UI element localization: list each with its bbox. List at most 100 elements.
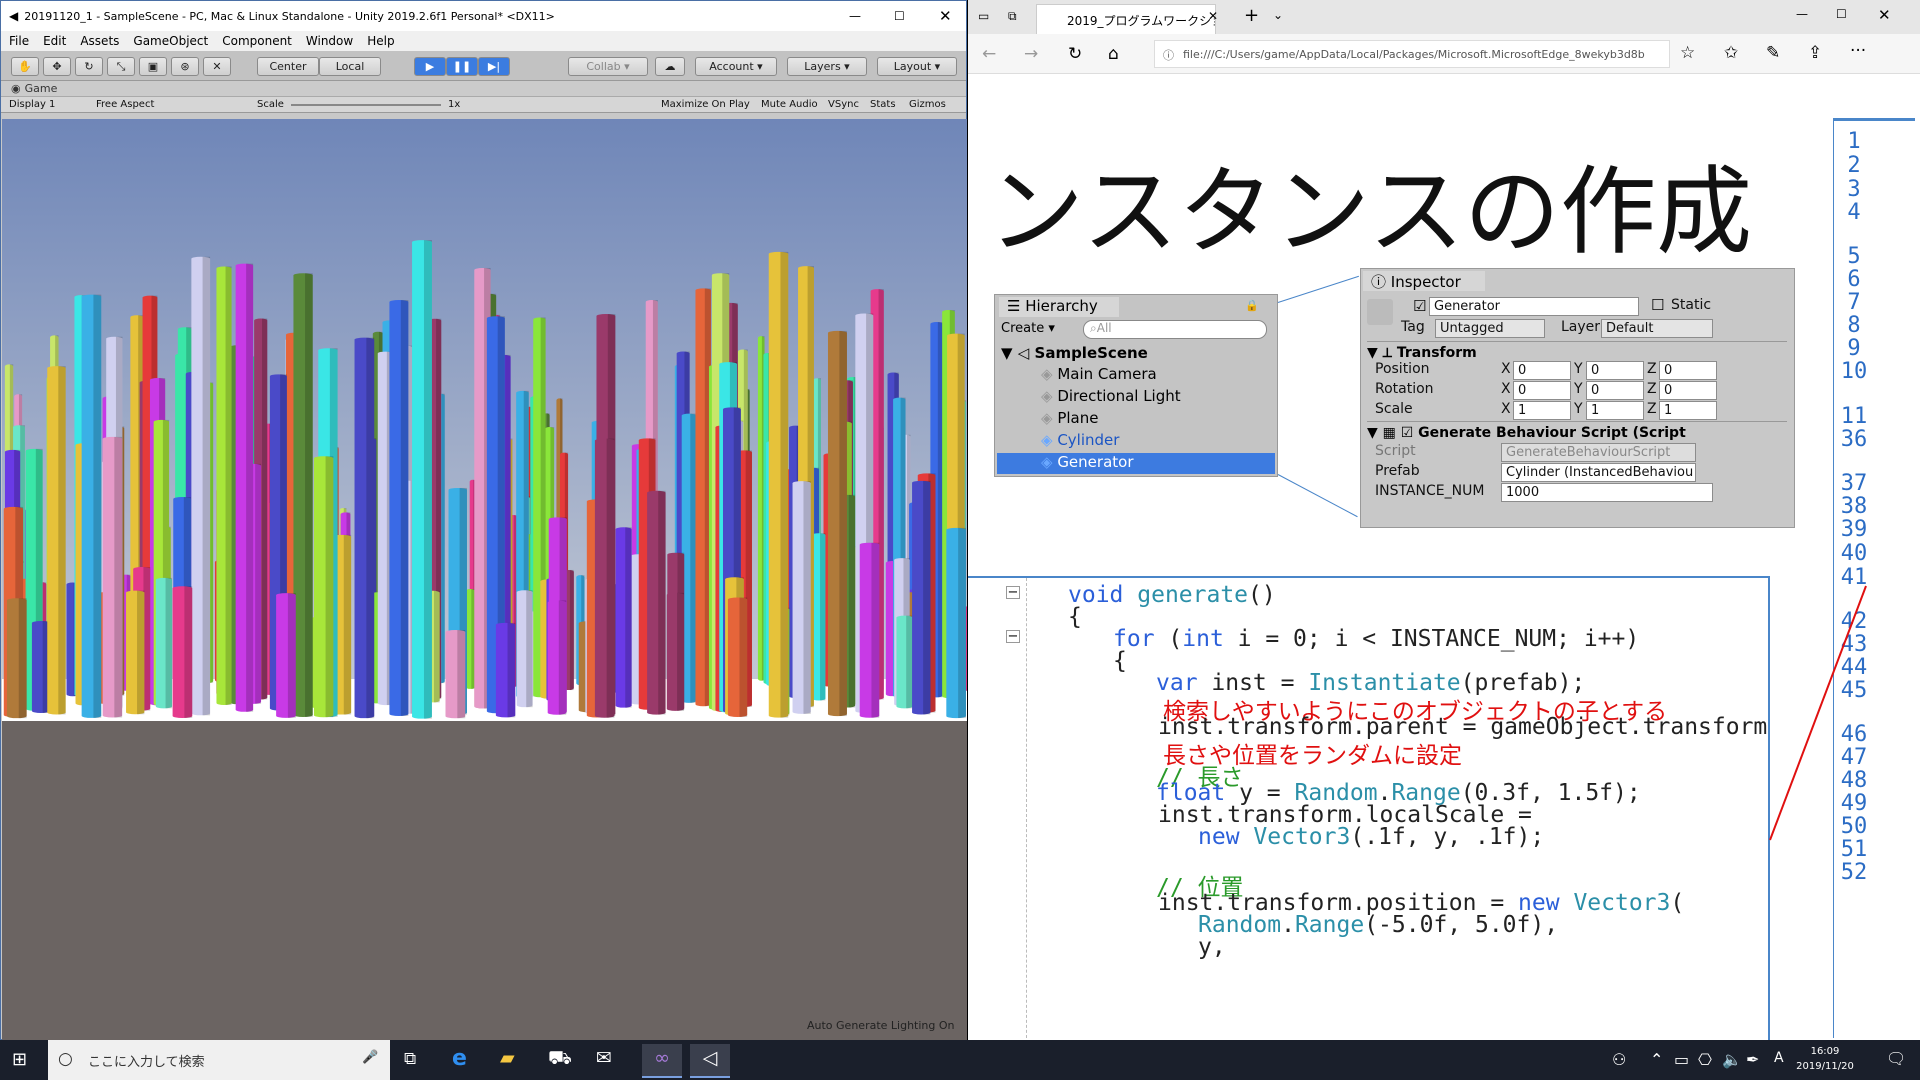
display-dropdown[interactable]: Display 1 bbox=[9, 99, 55, 110]
maximize-button[interactable]: ☐ bbox=[894, 9, 905, 23]
stats-toggle[interactable]: Stats bbox=[870, 99, 896, 110]
transform-rotation-x-field[interactable]: 0 bbox=[1513, 381, 1571, 400]
edge-taskbar-icon[interactable]: e bbox=[452, 1046, 467, 1071]
store-taskbar-icon[interactable]: ⛟ bbox=[548, 1047, 572, 1072]
account-dropdown[interactable]: Account ▾ bbox=[695, 57, 777, 76]
game-tab[interactable]: ◉ Game bbox=[1, 81, 966, 97]
gizmos-dropdown[interactable]: Gizmos bbox=[909, 99, 946, 110]
tab-list-icon[interactable]: ▭ bbox=[978, 9, 989, 23]
menu-window[interactable]: Window bbox=[306, 34, 353, 48]
vsync-toggle[interactable]: VSync bbox=[828, 99, 859, 110]
move-tool-button[interactable]: ✥ bbox=[43, 57, 71, 76]
hierarchy-item[interactable]: ◈ Generator bbox=[997, 453, 1275, 474]
aspect-dropdown[interactable]: Free Aspect bbox=[96, 99, 154, 110]
maximize-on-play-toggle[interactable]: Maximize On Play bbox=[661, 99, 750, 110]
menu-help[interactable]: Help bbox=[367, 34, 394, 48]
favorites-icon[interactable]: ✩ bbox=[1724, 43, 1738, 63]
tab-aside-icon[interactable]: ⧉ bbox=[1008, 9, 1017, 24]
pen-icon[interactable]: ✒ bbox=[1746, 1050, 1759, 1069]
transform-position-x-field[interactable]: 0 bbox=[1513, 361, 1571, 380]
tab-close-icon[interactable]: ✕ bbox=[1208, 9, 1218, 23]
start-button[interactable]: ⊞ bbox=[12, 1049, 27, 1070]
transform-scale-x-field[interactable]: 1 bbox=[1513, 401, 1571, 420]
tab-menu-icon[interactable]: ⌄ bbox=[1273, 8, 1283, 22]
visual-studio-taskbar-icon[interactable]: ∞ bbox=[642, 1044, 682, 1078]
menu-assets[interactable]: Assets bbox=[80, 34, 119, 48]
share-icon[interactable]: ⇪ bbox=[1808, 43, 1822, 63]
transform-rotation-z-field[interactable]: 0 bbox=[1659, 381, 1717, 400]
menu-component[interactable]: Component bbox=[222, 34, 292, 48]
play-button[interactable]: ▶ bbox=[414, 57, 446, 76]
explorer-taskbar-icon[interactable]: ▰ bbox=[500, 1047, 515, 1069]
favorite-star-icon[interactable]: ☆ bbox=[1680, 43, 1695, 63]
menu-file[interactable]: File bbox=[9, 34, 29, 48]
axis-y-label[interactable]: Y bbox=[1574, 361, 1583, 377]
scale-tool-button[interactable]: ⤡ bbox=[107, 57, 135, 76]
notes-icon[interactable]: ✎ bbox=[1766, 43, 1780, 63]
hierarchy-item[interactable]: ◈ Main Camera bbox=[997, 365, 1275, 386]
scene-row[interactable]: ▼ ◁ SampleScene bbox=[1001, 344, 1148, 362]
network-icon[interactable]: ⎔ bbox=[1698, 1050, 1712, 1069]
close-button[interactable]: ✕ bbox=[939, 7, 952, 25]
battery-icon[interactable]: ▭ bbox=[1674, 1050, 1689, 1069]
forward-button[interactable]: → bbox=[1024, 44, 1038, 64]
notification-icon[interactable]: 🗨 bbox=[1886, 1049, 1906, 1068]
mic-icon[interactable]: 🎤 bbox=[362, 1050, 378, 1065]
edge-close-button[interactable]: ✕ bbox=[1878, 6, 1891, 24]
script-component-header[interactable]: ▼ ▦ ☑ Generate Behaviour Script (Script bbox=[1367, 421, 1787, 441]
tray-expand-icon[interactable]: ⌃ bbox=[1650, 1050, 1663, 1069]
transform-tool-button[interactable]: ⊛ bbox=[171, 57, 199, 76]
prefab-field[interactable]: Cylinder (InstancedBehaviou bbox=[1501, 463, 1696, 482]
ime-indicator[interactable]: A bbox=[1774, 1050, 1784, 1066]
clock[interactable]: 16:09 2019/11/20 bbox=[1790, 1044, 1860, 1074]
hierarchy-tab[interactable]: ☰ Hierarchy bbox=[999, 297, 1119, 317]
fold-toggle-icon-2[interactable]: − bbox=[1006, 630, 1020, 643]
mail-taskbar-icon[interactable]: ✉ bbox=[596, 1047, 612, 1069]
hand-tool-button[interactable]: ✋ bbox=[11, 57, 39, 76]
instance-num-field[interactable]: 1000 bbox=[1501, 483, 1713, 502]
axis-x-label[interactable]: X bbox=[1501, 401, 1511, 417]
axis-x-label[interactable]: X bbox=[1501, 381, 1511, 397]
hierarchy-item[interactable]: ◈ Directional Light bbox=[997, 387, 1275, 408]
menu-gameobject[interactable]: GameObject bbox=[133, 34, 208, 48]
axis-y-label[interactable]: Y bbox=[1574, 381, 1583, 397]
lock-icon[interactable]: 🔒 bbox=[1245, 299, 1259, 312]
pause-button[interactable]: ❚❚ bbox=[446, 57, 478, 76]
static-checkbox[interactable]: ☐ bbox=[1651, 296, 1664, 314]
scale-slider[interactable] bbox=[291, 104, 441, 106]
axis-x-label[interactable]: X bbox=[1501, 361, 1511, 377]
transform-position-z-field[interactable]: 0 bbox=[1659, 361, 1717, 380]
more-icon[interactable]: ··· bbox=[1850, 41, 1866, 61]
unity-taskbar-icon[interactable]: ◁ bbox=[690, 1044, 730, 1078]
tag-dropdown[interactable]: Untagged bbox=[1435, 319, 1545, 338]
task-view-icon[interactable]: ⧉ bbox=[404, 1049, 416, 1069]
hierarchy-item[interactable]: ◈ Cylinder bbox=[997, 431, 1275, 452]
refresh-button[interactable]: ↻ bbox=[1068, 44, 1082, 64]
address-field[interactable]: ⓘ file:///C:/Users/game/AppData/Local/Pa… bbox=[1154, 40, 1670, 68]
hierarchy-search-input[interactable]: ⌕All bbox=[1083, 320, 1267, 339]
home-button[interactable]: ⌂ bbox=[1108, 44, 1119, 64]
layer-dropdown[interactable]: Default bbox=[1601, 319, 1713, 338]
axis-y-label[interactable]: Y bbox=[1574, 401, 1583, 417]
taskbar-search-input[interactable]: ○ ここに入力して検索 🎤 bbox=[48, 1040, 390, 1080]
menu-edit[interactable]: Edit bbox=[43, 34, 66, 48]
axis-z-label[interactable]: Z bbox=[1647, 381, 1657, 397]
people-icon[interactable]: ⚇ bbox=[1612, 1050, 1626, 1069]
rotate-tool-button[interactable]: ↻ bbox=[75, 57, 103, 76]
layers-dropdown[interactable]: Layers ▾ bbox=[787, 57, 867, 76]
transform-scale-y-field[interactable]: 1 bbox=[1586, 401, 1644, 420]
cloud-icon[interactable]: ☁ bbox=[655, 57, 685, 76]
axis-z-label[interactable]: Z bbox=[1647, 361, 1657, 377]
volume-icon[interactable]: 🔈 bbox=[1722, 1050, 1742, 1069]
browser-tab[interactable]: 2019_プログラムワークショッ bbox=[1036, 4, 1216, 34]
edge-maximize-button[interactable]: ☐ bbox=[1836, 7, 1847, 21]
new-tab-button[interactable]: + bbox=[1244, 5, 1259, 26]
rect-tool-button[interactable]: ▣ bbox=[139, 57, 167, 76]
mute-audio-toggle[interactable]: Mute Audio bbox=[761, 99, 818, 110]
game-viewport[interactable]: Auto Generate Lighting On bbox=[2, 119, 967, 1041]
collab-button[interactable]: Collab ▾ bbox=[568, 57, 648, 76]
pivot-local-button[interactable]: Local bbox=[319, 57, 381, 76]
hierarchy-create-dropdown[interactable]: Create ▾ bbox=[1001, 321, 1055, 336]
hierarchy-item[interactable]: ◈ Plane bbox=[997, 409, 1275, 430]
transform-header[interactable]: ▼ ⟂ Transform bbox=[1367, 341, 1787, 361]
